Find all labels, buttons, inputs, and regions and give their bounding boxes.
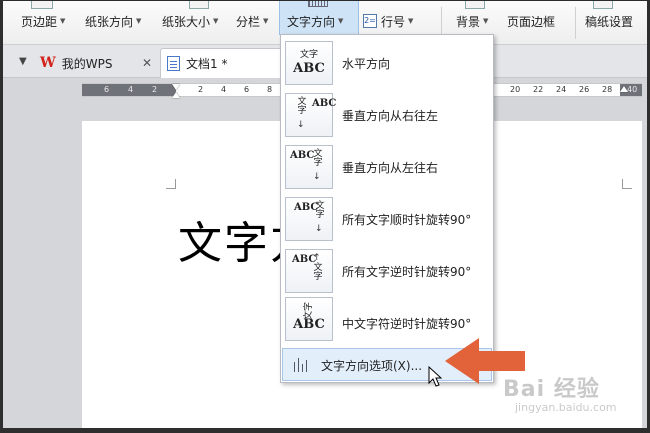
chevron-down-icon: ▼ xyxy=(408,17,414,25)
menu-item-label: 中文字符逆时针旋转90° xyxy=(342,316,472,331)
orientation-button[interactable]: 纸张方向 ▼ xyxy=(85,11,141,31)
menu-item-label: 垂直方向从右往左 xyxy=(342,108,439,123)
ruler-label: 8 xyxy=(267,85,273,94)
manuscript-icon xyxy=(593,1,613,9)
first-line-indent-handle[interactable] xyxy=(172,84,181,106)
arrow-up-icon: ↑ xyxy=(313,253,321,263)
close-icon[interactable]: ✕ xyxy=(142,56,152,70)
ruler-label: 4 xyxy=(221,85,227,94)
vertical-ltr-icon: ABC 文字 ↓ xyxy=(285,145,333,189)
text-direction-label: 文字方向 xyxy=(287,14,336,29)
margin-button[interactable]: 页边距 ▼ xyxy=(21,11,65,31)
margin-label: 页边距 xyxy=(21,14,58,29)
frame-left xyxy=(0,0,3,433)
icon-latin-text: ABC xyxy=(290,150,315,161)
vertical-rtl-icon: 文字 ABC ↓ xyxy=(285,93,337,137)
chevron-down-icon: ▼ xyxy=(483,17,489,25)
icon-cjk-text: 文字 xyxy=(297,97,307,116)
arrow-down-icon: ↓ xyxy=(315,224,323,234)
page-border-label: 页面边框 xyxy=(507,14,556,29)
background-label: 背景 xyxy=(456,14,481,29)
watermark-subtext: jingyan.baidu.com xyxy=(515,401,617,414)
background-button[interactable]: 背景 ▼ xyxy=(456,11,488,31)
icon-latin-text: ABC xyxy=(293,61,325,76)
manuscript-label: 稿纸设置 xyxy=(585,14,634,29)
menu-item-horizontal[interactable]: 文字 ABC 水平方向 xyxy=(281,37,493,89)
document-icon xyxy=(167,56,180,71)
watermark-logo: Bai 经验 jingyan.baidu.com xyxy=(495,365,635,420)
menu-item-label: 文字方向选项(X)... xyxy=(321,359,423,373)
page-size-label: 纸张大小 xyxy=(162,14,211,29)
watermark-text: Bai 经验 xyxy=(503,377,600,402)
menu-item-vertical-rtl[interactable]: 文字 ABC ↓ 垂直方向从右往左 xyxy=(281,89,493,141)
margin-corner-top-right xyxy=(622,179,632,189)
ruler-label: 2 xyxy=(198,85,204,94)
mouse-cursor-icon xyxy=(428,366,442,387)
text-direction-icon xyxy=(308,1,328,7)
ruler-label: 26 xyxy=(579,85,590,94)
arrow-down-icon: ↓ xyxy=(313,172,321,182)
icon-latin-text: ABC xyxy=(312,98,337,109)
chevron-down-icon: ▼ xyxy=(263,17,269,25)
margin-corner-top-left xyxy=(166,179,176,189)
icon-cjk-text: 文字 xyxy=(315,201,325,220)
manuscript-button[interactable]: 稿纸设置 xyxy=(585,11,633,31)
line-number-icon: 2= xyxy=(363,14,377,28)
text-direction-menu: 文字 ABC 水平方向 文字 ABC ↓ 垂直方向从右往左 ABC 文字 ↓ 垂… xyxy=(280,34,494,383)
menu-item-rotate-cw[interactable]: ABC 文字 ↓ 所有文字顺时针旋转90° xyxy=(281,193,493,245)
ruler-label: 4 xyxy=(128,85,134,94)
ruler-label: 22 xyxy=(533,85,544,94)
frame-bottom xyxy=(0,428,650,433)
ruler-label: 2 xyxy=(152,85,158,94)
icon-cjk-text: 文字 xyxy=(313,263,323,282)
menu-item-label: 所有文字顺时针旋转90° xyxy=(342,212,472,227)
icon-cjk-text: 文字 xyxy=(313,149,323,168)
line-number-button[interactable]: 2= 行号 ▼ xyxy=(363,11,413,31)
page-border-button[interactable]: 页面边框 xyxy=(507,11,555,31)
tab-list-dropdown-icon[interactable]: ▼ xyxy=(19,56,27,67)
text-direction-button[interactable]: 文字方向 ▼ xyxy=(287,11,343,31)
right-indent-handle[interactable] xyxy=(620,86,628,92)
tab-document-1-label: 文档1 * xyxy=(186,57,228,71)
columns-label: 分栏 xyxy=(236,14,261,29)
icon-cjk-text: 文字 xyxy=(299,50,318,60)
ruler-label: 40 xyxy=(627,85,638,94)
background-icon xyxy=(465,1,485,9)
page-size-button[interactable]: 纸张大小 ▼ xyxy=(162,11,218,31)
ribbon-separator xyxy=(575,7,576,39)
icon-latin-text: ABC xyxy=(294,202,319,213)
tab-my-wps[interactable]: W 我的WPS ✕ xyxy=(40,48,158,78)
ruler-label: 20 xyxy=(510,85,521,94)
chevron-down-icon: ▼ xyxy=(136,17,142,25)
columns-button[interactable]: 分栏 ▼ xyxy=(236,11,268,31)
rotate-ccw-icon: ABC 文字 ↑ xyxy=(285,249,333,293)
ruler-label: 6 xyxy=(104,85,110,94)
ruler-label: 28 xyxy=(602,85,613,94)
menu-item-vertical-ltr[interactable]: ABC 文字 ↓ 垂直方向从左往右 xyxy=(281,141,493,193)
text-options-icon xyxy=(293,358,309,372)
rotate-cw-icon: ABC 文字 ↓ xyxy=(285,197,333,241)
menu-item-label: 水平方向 xyxy=(342,56,391,71)
page-margin-icon xyxy=(31,1,53,9)
wps-logo-icon: W xyxy=(40,55,56,71)
chevron-down-icon: ▼ xyxy=(338,17,344,25)
tab-my-wps-label: 我的WPS xyxy=(61,56,113,71)
chevron-down-icon: ▼ xyxy=(213,17,219,25)
menu-item-label: 垂直方向从左往右 xyxy=(342,160,439,175)
arrow-down-icon: ↓ xyxy=(297,120,305,130)
ruler-label: 6 xyxy=(244,85,250,94)
menu-item-label: 所有文字逆时针旋转90° xyxy=(342,264,472,279)
cjk-rotate-ccw-icon: 文字 ABC xyxy=(285,297,333,341)
ruler-label: 24 xyxy=(556,85,567,94)
page-size-icon xyxy=(189,1,209,9)
line-number-label: 行号 xyxy=(381,14,406,29)
orientation-label: 纸张方向 xyxy=(85,14,134,29)
icon-latin-text: ABC xyxy=(292,254,317,265)
horizontal-text-icon: 文字 ABC xyxy=(285,41,333,85)
chevron-down-icon: ▼ xyxy=(60,17,66,25)
tab-document-1[interactable]: 文档1 * xyxy=(160,48,285,78)
icon-latin-text: ABC xyxy=(293,317,325,332)
